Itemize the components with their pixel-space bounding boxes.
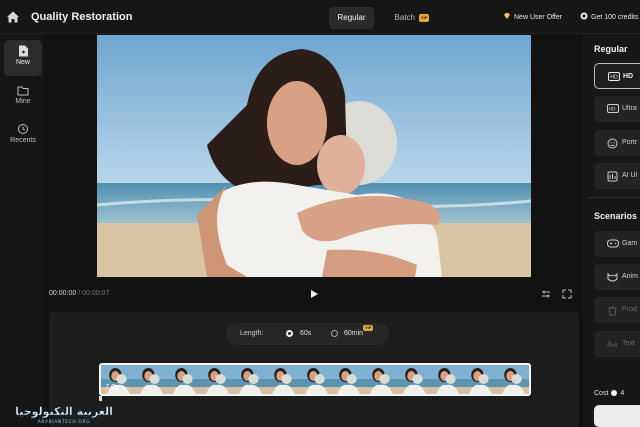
- svg-text:العربية التكنولوجيا: العربية التكنولوجيا: [15, 405, 113, 418]
- model-ultra-label: Ultra: [622, 105, 637, 112]
- file-plus-icon: [18, 45, 28, 57]
- gamepad-icon: [607, 239, 619, 248]
- tab-regular[interactable]: Regular: [329, 7, 374, 29]
- compare-icon[interactable]: [541, 289, 551, 299]
- start-button[interactable]: [594, 405, 640, 427]
- cost-label: Cost: [594, 390, 609, 397]
- sidebar-item-mine-label: Mine: [15, 98, 31, 105]
- history-icon: [18, 124, 28, 134]
- new-user-offer-button[interactable]: New User Offer: [503, 12, 562, 21]
- clip-thumbnail: [331, 365, 366, 394]
- folder-icon: [17, 86, 29, 96]
- left-sidebar: New Mine Recents: [0, 34, 44, 427]
- clip-thumbnail: [298, 365, 333, 394]
- scenario-text-label: Text: [622, 340, 635, 347]
- trim-handle[interactable]: [99, 396, 102, 401]
- offer-label: New User Offer: [514, 14, 563, 21]
- scenario-text[interactable]: Aa Text: [594, 331, 640, 357]
- svg-text:HD: HD: [609, 107, 616, 113]
- svg-text:ARABIANTECH.ORG: ARABIANTECH.ORG: [38, 419, 91, 425]
- clip-thumbnail: [397, 365, 432, 394]
- length-60s-label: 60s: [300, 330, 312, 337]
- divider: [588, 197, 640, 198]
- clip-thumbnail: [463, 365, 498, 394]
- clip-thumbnail: [364, 365, 399, 394]
- hd-icon: HD: [608, 72, 620, 81]
- right-panel: Regular HD HD HD Ultra Portr AI Ul Scena…: [583, 34, 640, 427]
- model-portrait-label: Portr: [622, 139, 638, 146]
- clip-timeline-strip[interactable]: [99, 363, 531, 396]
- scenario-anime-label: Anim: [622, 273, 638, 280]
- ai-icon: [607, 171, 618, 182]
- current-time: 00:00:00: [49, 290, 77, 297]
- scenario-product-label: Prod: [622, 306, 637, 313]
- hd-plus-icon: HD: [607, 104, 619, 113]
- length-label: Length:: [240, 330, 264, 337]
- clip-duration: 7.0s: [105, 384, 119, 391]
- text-icon: Aa: [607, 340, 617, 349]
- video-frame-image: [97, 35, 531, 277]
- diamond-icon: [504, 13, 510, 19]
- length-60min-radio[interactable]: [331, 330, 338, 337]
- playback-time: 00:00:00 / 00:00:07: [49, 290, 109, 297]
- tab-regular-label: Regular: [337, 13, 366, 22]
- fullscreen-icon[interactable]: [562, 289, 572, 299]
- length-60s-radio[interactable]: [286, 330, 293, 337]
- model-hd-label: HD: [623, 73, 634, 80]
- top-bar: Quality Restoration Regular Batch VIP New…: [0, 0, 640, 34]
- tab-batch-label: Batch: [394, 13, 415, 22]
- length-60min-label: 60min: [344, 330, 364, 337]
- sidebar-item-recents-label: Recents: [10, 137, 36, 144]
- home-icon[interactable]: [6, 10, 20, 24]
- anime-icon: [607, 272, 618, 282]
- tab-batch[interactable]: Batch VIP: [386, 7, 438, 29]
- sidebar-item-mine[interactable]: Mine: [4, 80, 42, 116]
- watermark-logo: العربية التكنولوجيا ARABIANTECH.ORG: [15, 405, 113, 425]
- play-icon[interactable]: [309, 289, 319, 299]
- coin-icon: [611, 390, 618, 396]
- cost-value: 4: [620, 390, 625, 397]
- vip-badge: VIP: [363, 325, 374, 331]
- cost-display: Cost 4: [594, 390, 624, 397]
- coin-icon: [580, 12, 588, 20]
- regular-heading: Regular: [594, 44, 628, 54]
- get-credits-button[interactable]: Get 100 credits: [580, 12, 638, 21]
- vip-badge: VIP: [419, 13, 430, 22]
- svg-text:HD: HD: [610, 75, 618, 81]
- scenario-game[interactable]: Gam: [594, 231, 640, 257]
- model-hd[interactable]: HD HD: [594, 63, 640, 89]
- clip-thumbnail: [133, 365, 168, 394]
- sidebar-item-new[interactable]: New: [4, 40, 42, 76]
- scenarios-heading: Scenarios: [594, 211, 638, 221]
- clip-thumbnail: [232, 365, 267, 394]
- scenario-game-label: Gam: [622, 240, 638, 247]
- clip-thumbnail: [496, 365, 529, 394]
- clip-thumbnail: [166, 365, 201, 394]
- video-preview[interactable]: [97, 35, 531, 277]
- sidebar-item-recents[interactable]: Recents: [4, 118, 42, 154]
- svg-text:Aa: Aa: [607, 340, 617, 349]
- app-title: Quality Restoration: [31, 11, 133, 23]
- sidebar-item-new-label: New: [15, 59, 30, 66]
- product-icon: [608, 306, 617, 316]
- model-ai-ultra[interactable]: AI Ul: [594, 163, 640, 189]
- model-ultra[interactable]: HD Ultra: [594, 96, 640, 122]
- model-ai-ultra-label: AI Ul: [622, 172, 638, 179]
- model-portrait[interactable]: Portr: [594, 130, 640, 156]
- scenario-product[interactable]: Prod: [594, 297, 640, 323]
- clip-thumbnail: [265, 365, 300, 394]
- scenario-anime[interactable]: Anim: [594, 264, 640, 290]
- clip-thumbnail: [199, 365, 234, 394]
- clip-thumbnail: [430, 365, 465, 394]
- credits-label: Get 100 credits: [591, 14, 639, 21]
- total-duration: / 00:00:07: [78, 290, 110, 297]
- face-icon: [607, 138, 618, 149]
